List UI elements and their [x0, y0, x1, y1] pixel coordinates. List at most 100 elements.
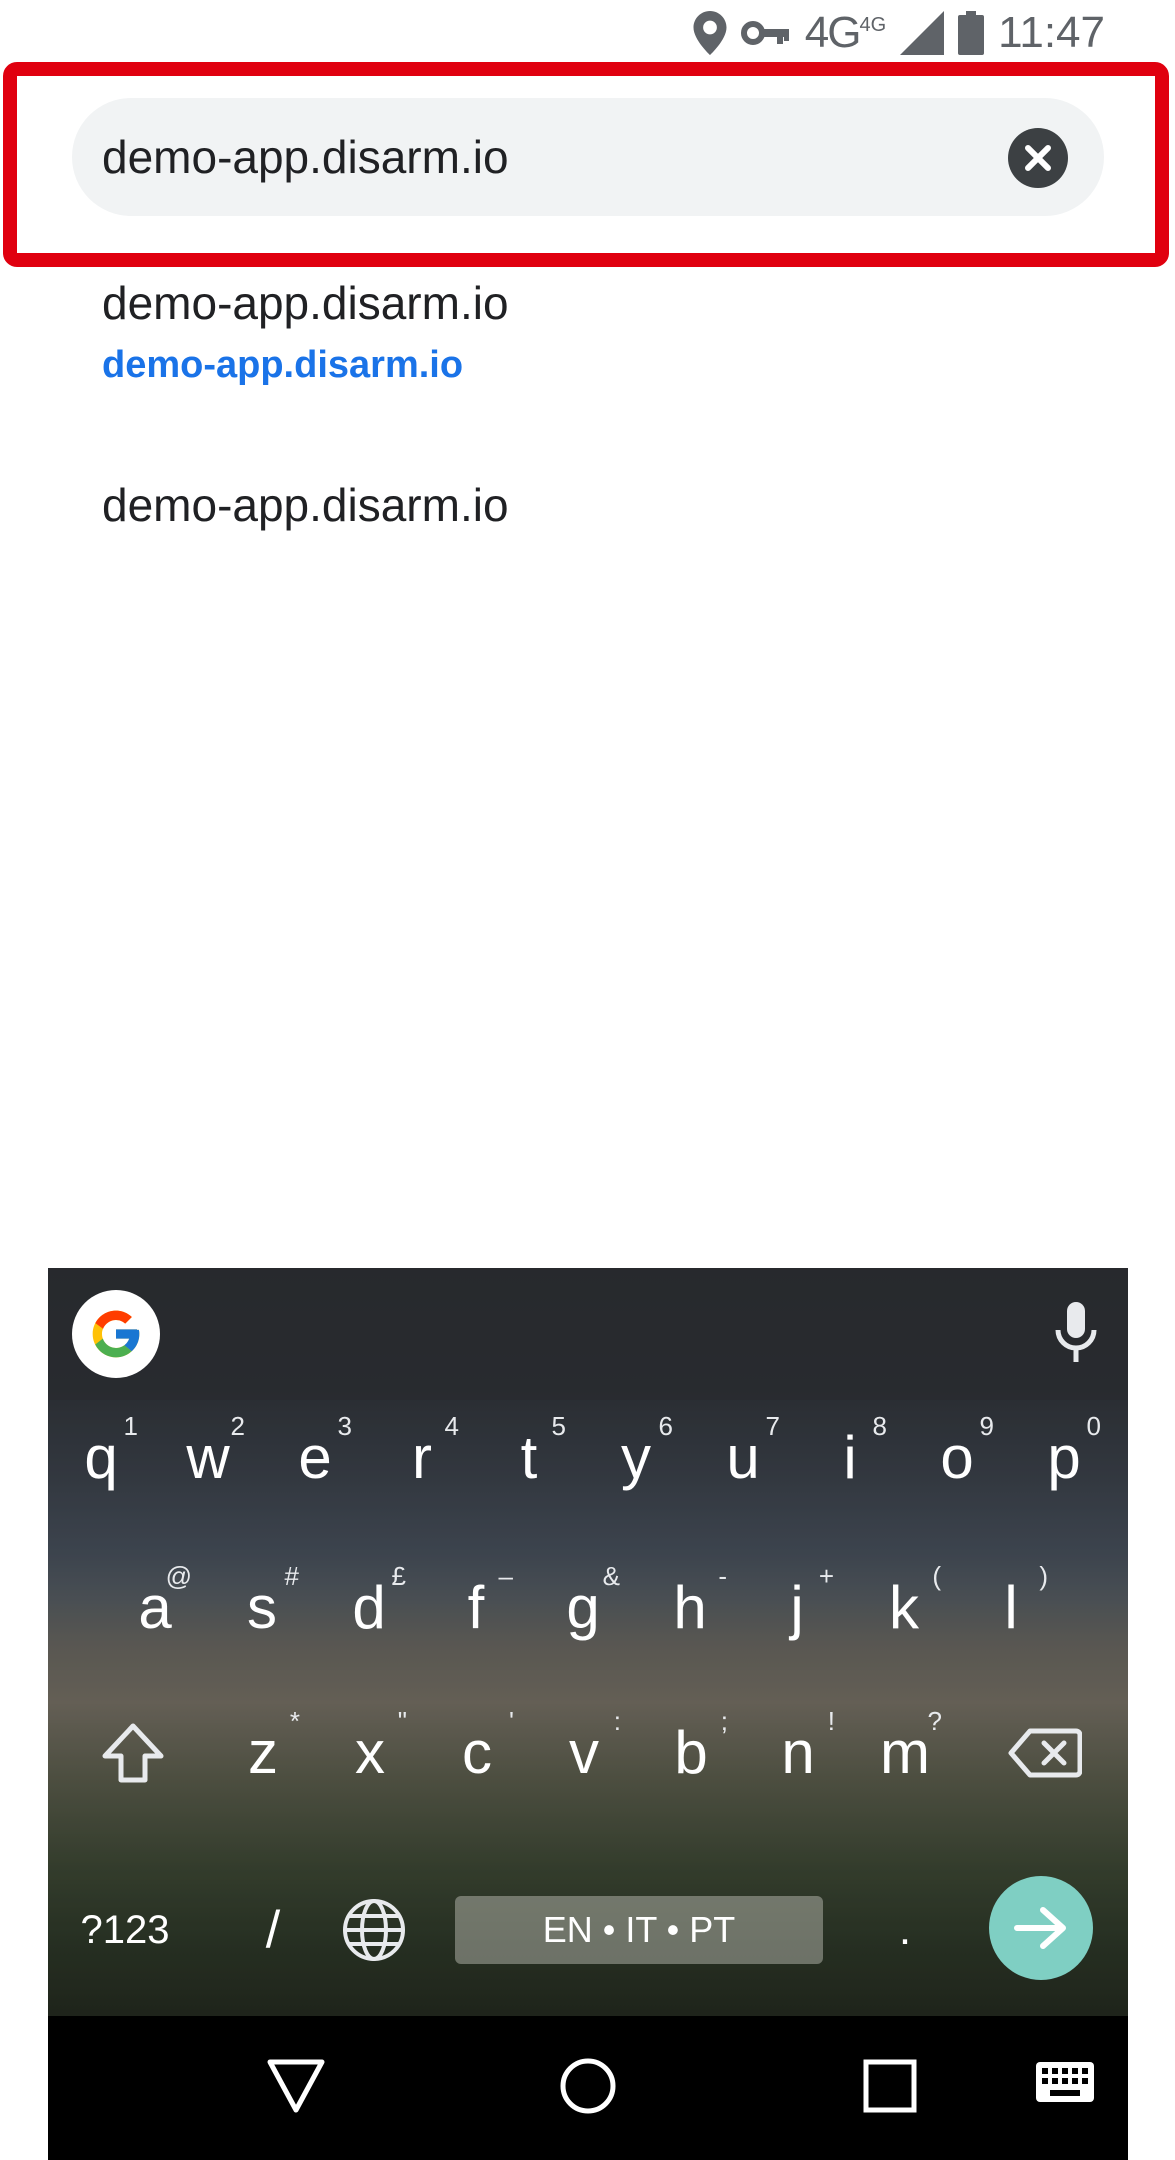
- key-r-hint: 4: [444, 1411, 459, 1441]
- key-r-label: r: [412, 1424, 432, 1491]
- key-e[interactable]: e3: [270, 1413, 360, 1503]
- vpn-key-icon: [740, 18, 791, 48]
- google-search-button[interactable]: [72, 1290, 160, 1378]
- key-c[interactable]: c ': [432, 1708, 522, 1798]
- key-j[interactable]: j +: [752, 1563, 842, 1653]
- key-x-hint: ": [397, 1706, 407, 1736]
- period-key-label: .: [898, 1905, 912, 1954]
- shift-key[interactable]: [88, 1708, 178, 1798]
- key-h[interactable]: h-: [645, 1563, 735, 1653]
- suggestion-1-url[interactable]: demo-app.disarm.io: [102, 344, 463, 387]
- key-g-label: g: [566, 1574, 600, 1641]
- key-q-hint: 1: [123, 1411, 138, 1441]
- key-c-label: c: [462, 1719, 492, 1786]
- key-w-label: w: [186, 1424, 230, 1491]
- key-l-label: l: [1004, 1574, 1018, 1641]
- key-x[interactable]: x ": [325, 1708, 415, 1798]
- key-t-hint: 5: [551, 1411, 566, 1441]
- key-i-label: i: [843, 1424, 857, 1491]
- key-d[interactable]: d £: [324, 1563, 414, 1653]
- key-p[interactable]: p0: [1019, 1413, 1109, 1503]
- key-g-hint: &: [602, 1561, 620, 1591]
- navigation-bar: [48, 2016, 1128, 2160]
- recents-icon: [863, 2059, 917, 2113]
- key-e-label: e: [298, 1424, 332, 1491]
- key-k-label: k: [889, 1574, 919, 1641]
- key-n-hint: !: [827, 1706, 835, 1736]
- key-h-hint: -: [718, 1561, 727, 1591]
- status-bar: 4G 4G 11:47: [0, 0, 1175, 66]
- key-s-hint: #: [284, 1561, 299, 1591]
- key-u[interactable]: u7: [698, 1413, 788, 1503]
- key-t-label: t: [520, 1424, 538, 1491]
- backspace-icon: [1008, 1728, 1082, 1778]
- key-f[interactable]: f –: [431, 1563, 521, 1653]
- key-p-label: p: [1047, 1424, 1081, 1491]
- clear-button[interactable]: [1008, 128, 1068, 188]
- back-button[interactable]: [266, 2056, 326, 2121]
- keyboard-switch-button[interactable]: [1034, 2060, 1096, 2109]
- key-i-hint: 8: [872, 1411, 887, 1441]
- key-m[interactable]: m?: [860, 1708, 950, 1798]
- shift-icon: [102, 1723, 164, 1783]
- voice-input-button[interactable]: [1054, 1302, 1098, 1371]
- key-r[interactable]: r4: [377, 1413, 467, 1503]
- key-h-label: h: [673, 1574, 707, 1641]
- google-g-icon: [92, 1310, 140, 1358]
- location-icon: [693, 11, 727, 55]
- key-a-hint: @: [165, 1561, 192, 1591]
- space-bar[interactable]: EN • IT • PT: [455, 1896, 823, 1964]
- omnibox[interactable]: demo-app.disarm.io: [72, 98, 1104, 216]
- key-b[interactable]: b;: [646, 1708, 736, 1798]
- language-key[interactable]: [334, 1890, 414, 1970]
- network-label: 4G: [804, 8, 862, 57]
- go-button[interactable]: [989, 1876, 1093, 1980]
- suggestion-1-title[interactable]: demo-app.disarm.io: [102, 276, 509, 330]
- key-s-label: s: [247, 1574, 277, 1641]
- key-n[interactable]: n!: [753, 1708, 843, 1798]
- key-y[interactable]: y6: [591, 1413, 681, 1503]
- key-z-hint: *: [289, 1706, 300, 1736]
- signal-icon: [900, 11, 945, 55]
- symbols-key[interactable]: ?123: [70, 1896, 180, 1964]
- key-s[interactable]: s #: [217, 1563, 307, 1653]
- mic-icon: [1055, 1302, 1097, 1362]
- key-a[interactable]: a @: [110, 1563, 200, 1653]
- slash-key[interactable]: /: [248, 1896, 298, 1964]
- key-i[interactable]: i8: [805, 1413, 895, 1503]
- space-bar-label: EN • IT • PT: [542, 1909, 736, 1950]
- keyboard-toolbar: [48, 1268, 1128, 1400]
- globe-icon: [343, 1899, 405, 1961]
- key-w[interactable]: w2: [163, 1413, 253, 1503]
- key-f-hint: –: [498, 1561, 513, 1591]
- key-z[interactable]: z *: [218, 1708, 308, 1798]
- key-p-hint: 0: [1086, 1411, 1101, 1441]
- key-o-label: o: [940, 1424, 974, 1491]
- key-q[interactable]: q1: [56, 1413, 146, 1503]
- key-g[interactable]: g &: [538, 1563, 628, 1653]
- key-c-hint: ': [509, 1706, 514, 1736]
- key-k[interactable]: k(: [859, 1563, 949, 1653]
- home-button[interactable]: [558, 2056, 618, 2121]
- key-n-label: n: [781, 1719, 815, 1786]
- key-o[interactable]: o9: [912, 1413, 1002, 1503]
- recents-button[interactable]: [860, 2056, 920, 2121]
- key-l-hint: ): [1039, 1561, 1048, 1591]
- key-m-label: m: [880, 1719, 930, 1786]
- key-v[interactable]: v:: [539, 1708, 629, 1798]
- period-key[interactable]: .: [880, 1896, 930, 1964]
- clock: 11:47: [998, 8, 1105, 57]
- key-v-label: v: [569, 1719, 599, 1786]
- suggestion-2-title[interactable]: demo-app.disarm.io: [102, 478, 509, 532]
- key-t[interactable]: t5: [484, 1413, 574, 1503]
- backspace-key[interactable]: [1000, 1708, 1090, 1798]
- key-m-hint: ?: [927, 1706, 942, 1736]
- key-b-label: b: [674, 1719, 708, 1786]
- battery-icon: [958, 11, 985, 55]
- url-input[interactable]: demo-app.disarm.io: [102, 98, 509, 216]
- key-y-label: y: [621, 1424, 651, 1491]
- slash-key-label: /: [265, 1901, 281, 1959]
- keyboard-switch-icon: [1036, 2062, 1094, 2102]
- network-type: 4G 4G: [805, 8, 886, 58]
- key-l[interactable]: l): [966, 1563, 1056, 1653]
